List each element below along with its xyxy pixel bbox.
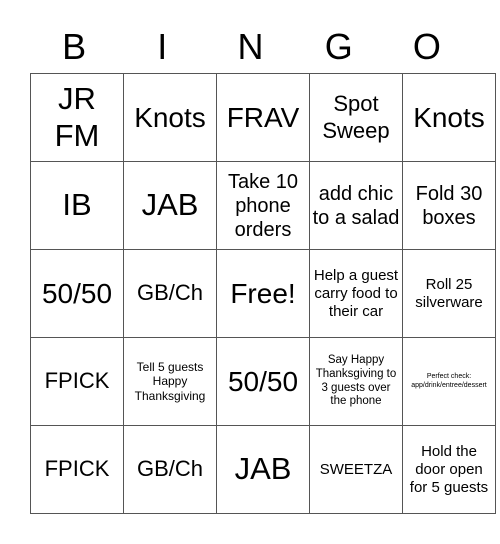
bingo-cell[interactable]: Fold 30 boxes — [402, 161, 496, 250]
grid-row: FPICK GB/Ch JAB SWEETZA Hold the door op… — [30, 425, 496, 514]
bingo-cell[interactable]: SWEETZA — [309, 425, 403, 514]
free-space-cell[interactable]: Free! — [216, 249, 310, 338]
bingo-cell[interactable]: Hold the door open for 5 guests — [402, 425, 496, 514]
grid-row: JR FM Knots FRAV Spot Sweep Knots — [30, 73, 496, 162]
bingo-cell[interactable]: Knots — [123, 73, 217, 162]
bingo-cell[interactable]: GB/Ch — [123, 425, 217, 514]
bingo-cell[interactable]: Knots — [402, 73, 496, 162]
header-letter-b: B — [62, 26, 87, 67]
bingo-cell[interactable]: add chic to a salad — [309, 161, 403, 250]
bingo-cell[interactable]: GB/Ch — [123, 249, 217, 338]
bingo-cell[interactable]: Say Happy Thanksgiving to 3 guests over … — [309, 337, 403, 426]
bingo-cell[interactable]: JAB — [123, 161, 217, 250]
grid-row: 50/50 GB/Ch Free! Help a guest carry foo… — [30, 249, 496, 338]
bingo-grid: JR FM Knots FRAV Spot Sweep Knots IB JAB… — [30, 73, 496, 514]
header-letter-o: O — [412, 26, 441, 67]
bingo-cell[interactable]: Perfect check: app/drink/entree/dessert — [402, 337, 496, 426]
bingo-cell[interactable]: Roll 25 silverware — [402, 249, 496, 338]
header-letter-g: G — [324, 26, 353, 67]
bingo-cell[interactable]: FPICK — [30, 425, 124, 514]
bingo-cell[interactable]: Spot Sweep — [309, 73, 403, 162]
header-letter-n: N — [237, 26, 264, 67]
bingo-cell[interactable]: Tell 5 guests Happy Thanksgiving — [123, 337, 217, 426]
bingo-cell[interactable]: JR FM — [30, 73, 124, 162]
bingo-cell[interactable]: Help a guest carry food to their car — [309, 249, 403, 338]
grid-row: FPICK Tell 5 guests Happy Thanksgiving 5… — [30, 337, 496, 426]
bingo-cell[interactable]: Take 10 phone orders — [216, 161, 310, 250]
header-letter-i: I — [157, 26, 168, 67]
grid-row: IB JAB Take 10 phone orders add chic to … — [30, 161, 496, 250]
bingo-cell[interactable]: FRAV — [216, 73, 310, 162]
bingo-header: B I N G O — [30, 22, 471, 72]
bingo-cell[interactable]: 50/50 — [30, 249, 124, 338]
bingo-cell[interactable]: FPICK — [30, 337, 124, 426]
bingo-cell[interactable]: 50/50 — [216, 337, 310, 426]
bingo-cell[interactable]: IB — [30, 161, 124, 250]
bingo-cell[interactable]: JAB — [216, 425, 310, 514]
